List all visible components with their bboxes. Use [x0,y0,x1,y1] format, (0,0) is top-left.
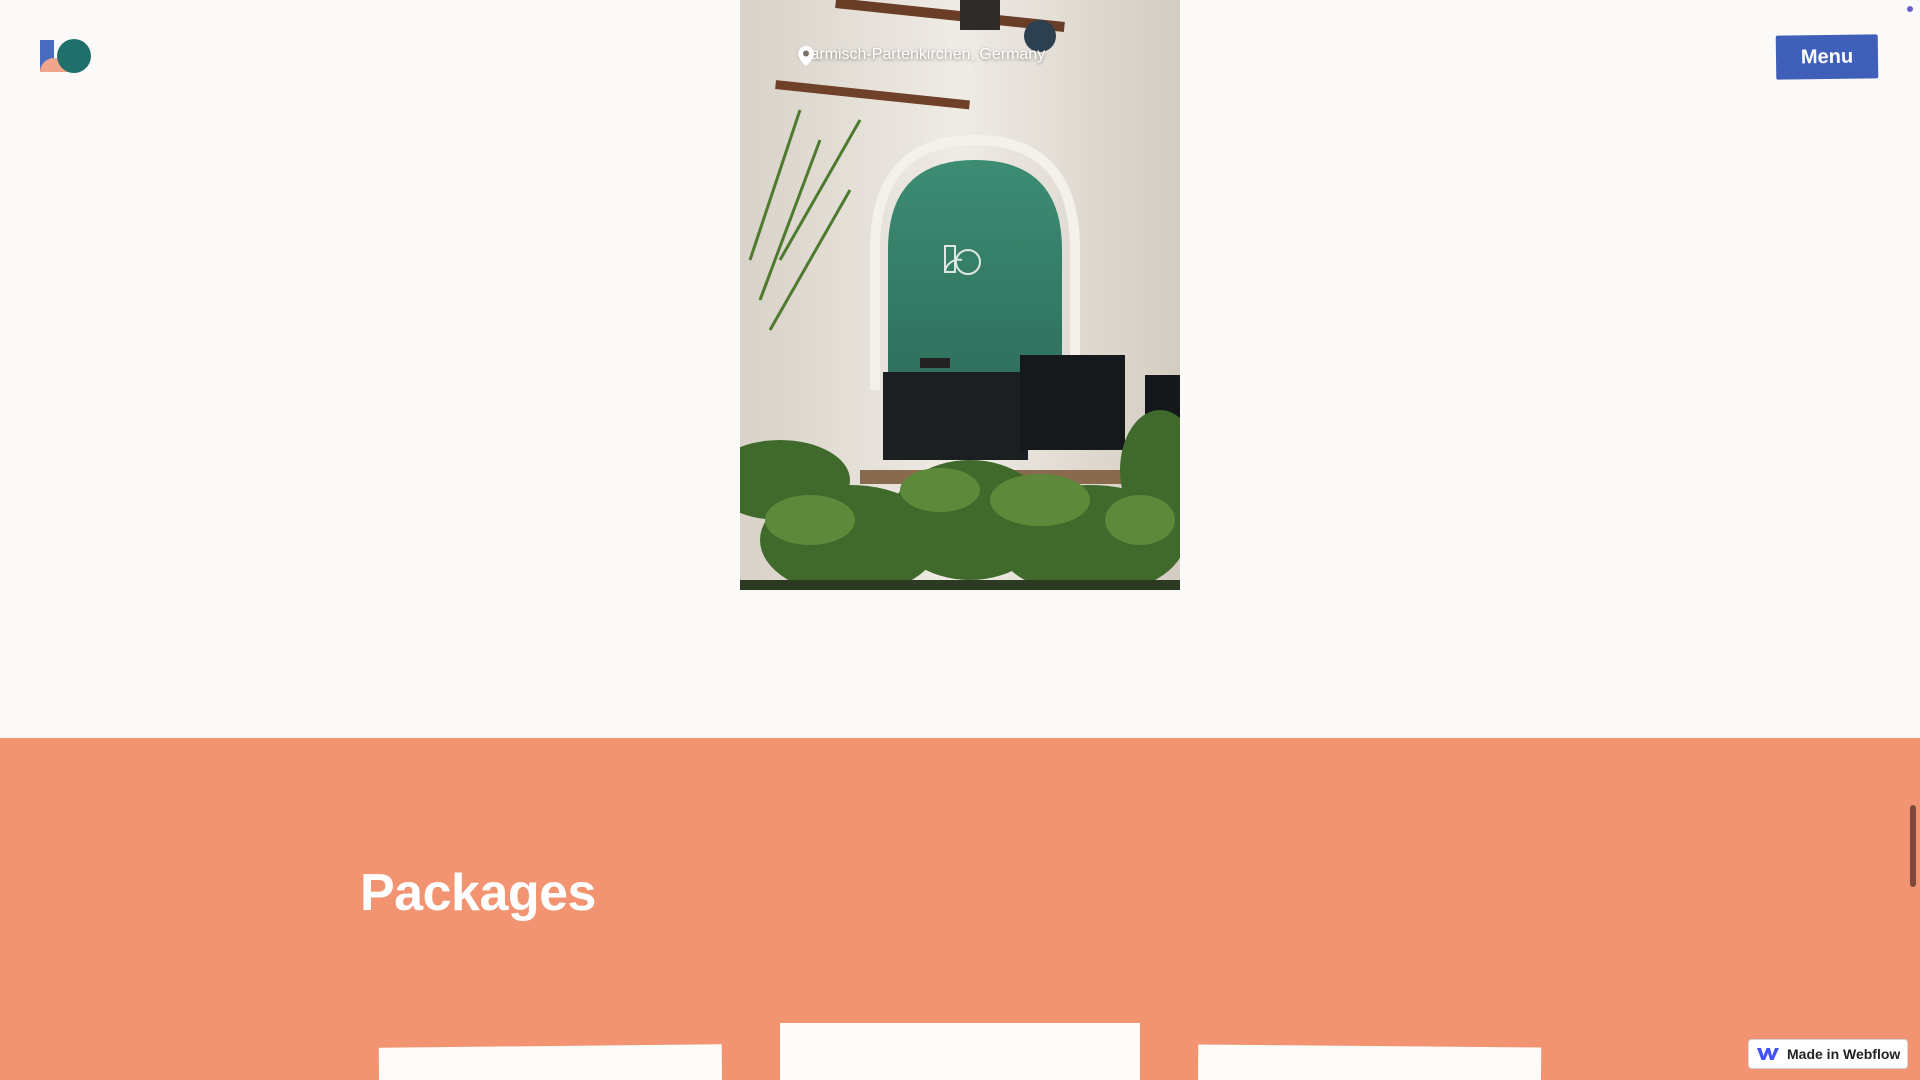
map-pin-icon [798,46,814,66]
location-label: Garmisch-Partenkirchen, Germany [798,46,1046,63]
webflow-logo-icon [1757,1048,1779,1060]
page: Menu Garmisch-Partenkirchen, Germany Pac… [0,0,1920,1080]
made-in-webflow-badge[interactable]: Made in Webflow [1748,1039,1908,1069]
office-photo-image [740,0,1180,590]
scrollbar-thumb[interactable] [1910,805,1916,887]
site-logo[interactable] [38,36,94,76]
package-card[interactable] [780,1023,1140,1080]
corner-indicator [1907,6,1913,12]
badge-label: Made in Webflow [1787,1046,1901,1062]
packages-section: Packages [0,738,1920,1080]
package-card[interactable] [378,1044,723,1080]
location-tag: Garmisch-Partenkirchen, Germany [798,46,1046,66]
logo-mark-icon [40,39,91,73]
office-photo: Garmisch-Partenkirchen, Germany [740,0,1180,590]
package-card[interactable] [1197,1044,1542,1080]
packages-title: Packages [360,864,596,922]
menu-button[interactable]: Menu [1775,34,1879,80]
